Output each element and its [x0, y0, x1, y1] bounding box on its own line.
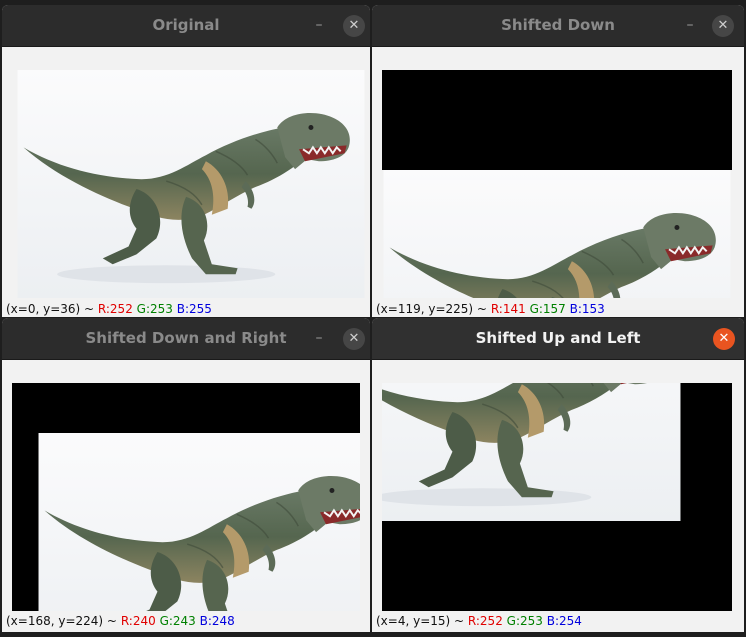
coord-readout: (x=0, y=36) ~	[6, 302, 95, 316]
status-bar: (x=4, y=15) ~ R:252 G:253 B:254	[372, 613, 744, 630]
coord-readout: (x=168, y=224) ~	[6, 614, 117, 628]
window-original: Original – ✕ (x=0, y=36) ~ R:252 G:253 B…	[2, 5, 370, 317]
trex-photo	[37, 433, 360, 611]
trex-image	[37, 433, 360, 611]
image-canvas[interactable]	[382, 70, 732, 298]
status-bar: (x=119, y=225) ~ R:141 G:157 B:153	[372, 301, 744, 317]
trex-image	[382, 170, 732, 298]
close-icon[interactable]: ✕	[712, 15, 734, 37]
trex-image	[12, 70, 370, 298]
window-shifted-up-left: Shifted Up and Left ✕ (x=4, y=15) ~ R:25…	[372, 318, 744, 632]
blue-value: B:254	[546, 614, 582, 628]
red-value: R:240	[120, 614, 156, 628]
minimize-icon[interactable]: –	[313, 18, 325, 32]
blue-value: B:153	[569, 302, 605, 316]
close-icon[interactable]: ✕	[343, 328, 365, 350]
window-shifted-down: Shifted Down – ✕ (x=119, y=225) ~ R:141 …	[372, 5, 744, 317]
trex-photo	[382, 383, 682, 521]
coord-readout: (x=119, y=225) ~	[376, 302, 487, 316]
titlebar[interactable]: Shifted Up and Left ✕	[372, 318, 744, 360]
green-value: G:253	[506, 614, 543, 628]
image-canvas[interactable]	[12, 383, 360, 611]
close-icon[interactable]: ✕	[713, 328, 735, 350]
window-shifted-down-right: Shifted Down and Right – ✕ (x=168, y=224…	[2, 318, 370, 632]
blue-value: B:248	[199, 614, 235, 628]
trex-photo	[382, 170, 732, 298]
black-shift-region	[382, 70, 732, 170]
red-value: R:252	[467, 614, 503, 628]
image-canvas[interactable]	[12, 70, 370, 298]
trex-image	[382, 383, 682, 521]
titlebar[interactable]: Original – ✕	[2, 5, 370, 47]
status-bar: (x=0, y=36) ~ R:252 G:253 B:255	[2, 301, 370, 317]
green-value: G:157	[529, 302, 566, 316]
titlebar[interactable]: Shifted Down – ✕	[372, 5, 744, 47]
titlebar[interactable]: Shifted Down and Right – ✕	[2, 318, 370, 360]
window-title: Shifted Up and Left	[475, 329, 641, 347]
green-value: G:243	[159, 614, 196, 628]
close-icon[interactable]: ✕	[343, 15, 365, 37]
minimize-icon[interactable]: –	[313, 331, 325, 345]
trex-photo	[16, 70, 366, 298]
coord-readout: (x=4, y=15) ~	[376, 614, 465, 628]
status-bar: (x=168, y=224) ~ R:240 G:243 B:248	[2, 613, 370, 630]
image-canvas[interactable]	[382, 383, 732, 611]
red-value: R:141	[490, 302, 526, 316]
blue-value: B:255	[176, 302, 212, 316]
minimize-icon[interactable]: –	[684, 18, 696, 32]
red-value: R:252	[97, 302, 133, 316]
green-value: G:253	[136, 302, 173, 316]
